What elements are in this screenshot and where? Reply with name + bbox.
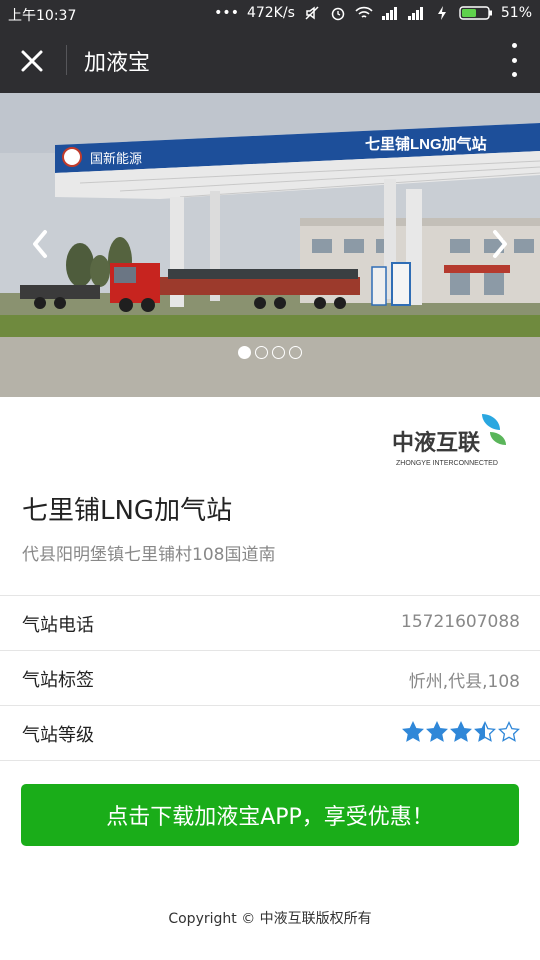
carousel-dot[interactable]	[238, 346, 251, 359]
more-dot-icon	[511, 43, 517, 48]
mute-icon	[303, 5, 321, 21]
canopy-brand-text: 国新能源	[90, 151, 142, 166]
alarm-icon	[329, 5, 347, 21]
download-app-button[interactable]: 点击下载加液宝APP，享受优惠！	[21, 784, 519, 846]
banner-prev-button[interactable]	[26, 225, 54, 263]
network-speed: 472K/s	[246, 5, 295, 21]
page-title: 加液宝	[84, 51, 151, 76]
divider	[0, 760, 540, 761]
banner-carousel[interactable]: 国新能源 七里铺LNG加气站	[0, 93, 540, 397]
more-dot-icon	[511, 72, 517, 77]
star-empty-icon	[498, 721, 520, 742]
star-full-icon	[402, 721, 424, 742]
charging-icon	[433, 5, 451, 21]
rating-label: 气站等级	[22, 725, 94, 746]
station-name: 七里铺LNG加气站	[22, 496, 233, 526]
status-bar: 上午10:37 ••• 472K/s 51%	[0, 0, 540, 27]
divider	[0, 595, 540, 596]
station-address: 代县阳明堡镇七里铺村108国道南	[22, 545, 276, 565]
svg-text:ZHONGYE INTERCONNECTED: ZHONGYE INTERCONNECTED	[396, 460, 498, 467]
banner-next-button[interactable]	[486, 225, 514, 263]
wifi-icon	[355, 5, 373, 21]
star-half-icon	[474, 721, 496, 742]
carousel-dot[interactable]	[289, 346, 302, 359]
star-full-icon	[426, 721, 448, 742]
status-more-dots: •••	[214, 5, 239, 21]
carousel-dot[interactable]	[272, 346, 285, 359]
divider	[0, 705, 540, 706]
tags-label: 气站标签	[22, 670, 94, 691]
divider	[0, 650, 540, 651]
chevron-left-icon	[33, 230, 47, 258]
copyright-text: Copyright © 中液互联版权所有	[168, 911, 372, 927]
svg-text:中液互联: 中液互联	[392, 430, 480, 456]
more-dot-icon	[511, 57, 517, 63]
status-icons: ••• 472K/s 51%	[214, 5, 532, 21]
battery-icon	[459, 6, 493, 20]
tags-value: 忻州,代县,108	[408, 672, 520, 692]
canopy-station-text: 七里铺LNG加气站	[365, 135, 487, 153]
more-menu-button[interactable]	[504, 43, 524, 77]
star-full-icon	[450, 721, 472, 742]
nav-bar: 加液宝	[0, 27, 540, 93]
nav-divider	[66, 45, 67, 75]
signal-icon-2	[407, 5, 425, 21]
phone-label: 气站电话	[22, 615, 94, 636]
carousel-dot[interactable]	[255, 346, 268, 359]
phone-value[interactable]: 15721607088	[401, 612, 520, 632]
carousel-indicator	[238, 346, 302, 359]
zhongye-logo: 中液互联 ZHONGYE INTERCONNECTED	[386, 410, 516, 470]
battery-percent: 51%	[500, 5, 532, 21]
close-icon	[21, 50, 43, 72]
rating-stars	[402, 721, 520, 743]
signal-icon	[381, 5, 399, 21]
chevron-right-icon	[493, 230, 507, 258]
close-button[interactable]	[14, 43, 50, 79]
status-time: 上午10:37	[8, 8, 77, 24]
